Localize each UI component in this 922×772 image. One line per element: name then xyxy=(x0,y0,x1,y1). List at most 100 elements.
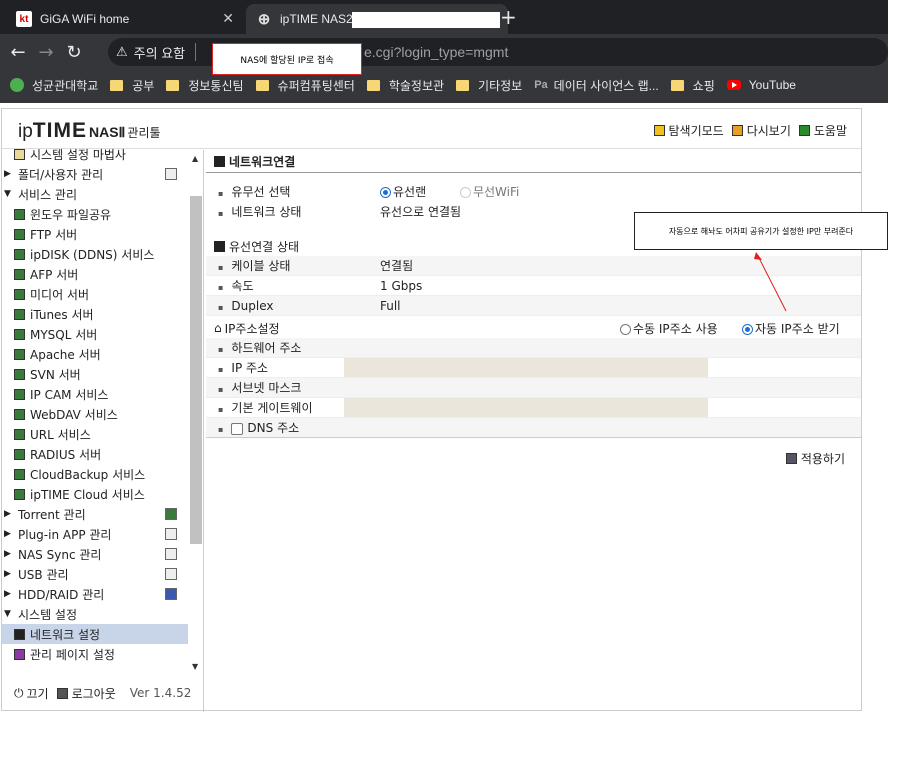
bookmark-library[interactable]: 학술정보관 xyxy=(366,77,444,94)
redaction-box xyxy=(352,12,500,28)
logout-button[interactable]: 로그아웃 xyxy=(56,685,116,702)
service-icon xyxy=(14,288,25,300)
plugin-icon xyxy=(165,528,177,540)
wired-icon xyxy=(214,240,225,252)
back-arrow-icon[interactable]: ← xyxy=(4,42,32,63)
ip-settings-section: ⌂IP주소설정 수동 IP주소 사용 자동 IP주소 받기 하드웨어 주소 IP… xyxy=(206,318,861,438)
security-label: 주의 요함 xyxy=(133,45,186,61)
bookmark-ict[interactable]: 정보통신팀 xyxy=(166,77,244,94)
wired-radio[interactable]: 유선랜 xyxy=(380,185,426,199)
service-icon xyxy=(14,308,25,320)
forward-arrow-icon[interactable]: → xyxy=(32,42,60,63)
bookmark-shopping[interactable]: 쇼핑 xyxy=(670,77,715,94)
sync-icon xyxy=(165,548,177,560)
sidebar: 시스템 설정 마법사 ▶ 폴더/사용자 관리 ▼ 서비스 관리 윈도우 파일공유 F… xyxy=(2,148,204,712)
annotation-callout: 자동으로 해놔도 어차피 공유기가 설정한 IP만 부려준다 xyxy=(634,212,888,250)
bookmark-youtube[interactable]: YouTube xyxy=(726,78,796,92)
sidebar-item-usb[interactable]: ▶ USB 관리 xyxy=(2,564,188,584)
sidebar-item-service-0[interactable]: 윈도우 파일공유 xyxy=(2,204,188,224)
dns-row: DNS 주소 xyxy=(206,418,861,438)
scroll-up-icon[interactable]: ▲ xyxy=(192,154,198,163)
sidebar-item-system[interactable]: ▼ 시스템 설정 xyxy=(2,604,188,624)
scroll-down-icon[interactable]: ▼ xyxy=(192,662,198,671)
sidebar-item-plugin[interactable]: ▶ Plug-in APP 관리 xyxy=(2,524,188,544)
reload-icon[interactable]: ↻ xyxy=(60,42,88,63)
sidebar-item-service-4[interactable]: 미디어 서버 xyxy=(2,284,188,304)
caret-down-icon: ▼ xyxy=(4,609,11,619)
sidebar-item-service-7[interactable]: Apache 서버 xyxy=(2,344,188,364)
sidebar-item-folder-user[interactable]: ▶ 폴더/사용자 관리 xyxy=(2,164,188,184)
bookmark-data-science[interactable]: Pa 데이터 사이언스 랩... xyxy=(534,77,658,94)
conn-type-row: 유무선 선택 유선랜 무선WiFi xyxy=(206,181,861,201)
service-icon xyxy=(14,488,25,500)
service-icon xyxy=(14,468,25,480)
radio-selected-icon xyxy=(742,323,753,335)
sidebar-item-wizard[interactable]: 시스템 설정 마법사 xyxy=(2,144,188,164)
service-icon xyxy=(14,228,25,240)
help-link[interactable]: 도움말 xyxy=(798,122,847,139)
apply-button[interactable]: 적용하기 xyxy=(785,450,845,467)
sidebar-item-service-5[interactable]: iTunes 서버 xyxy=(2,304,188,324)
bookmark-skku[interactable]: 성균관대학교 xyxy=(10,77,98,94)
network-connection-section: 네트워크연결 유무선 선택 유선랜 무선WiFi 네트워크 상태 유선으로 연결… xyxy=(206,150,861,221)
sidebar-item-admin-page[interactable]: 관리 페이지 설정 xyxy=(2,644,188,664)
gateway-row: 기본 게이트웨이 xyxy=(206,398,861,418)
power-off-button[interactable]: ⏻ 끄기 xyxy=(14,685,49,702)
caret-right-icon: ▶ xyxy=(4,169,11,179)
explorer-mode-link[interactable]: 탐색기모드 xyxy=(653,122,724,139)
sidebar-item-service-10[interactable]: WebDAV 서비스 xyxy=(2,404,188,424)
dns-checkbox[interactable] xyxy=(231,422,244,435)
caret-right-icon: ▶ xyxy=(4,509,11,519)
sidebar-item-service-6[interactable]: MYSQL 서버 xyxy=(2,324,188,344)
folder-user-icon xyxy=(165,168,177,180)
sidebar-item-service-14[interactable]: ipTIME Cloud 서비스 xyxy=(2,484,188,504)
wireless-radio[interactable]: 무선WiFi xyxy=(459,185,519,199)
url-text[interactable]: e.cgi?login_type=mgmt xyxy=(364,44,508,60)
header-links: 탐색기모드 다시보기 도움말 xyxy=(646,122,847,139)
sidebar-item-service-1[interactable]: FTP 서버 xyxy=(2,224,188,244)
sidebar-item-service-13[interactable]: CloudBackup 서비스 xyxy=(2,464,188,484)
sidebar-item-network[interactable]: 네트워크 설정 xyxy=(2,624,188,644)
service-icon xyxy=(14,448,25,460)
service-icon xyxy=(14,208,25,220)
home-icon: ⌂ xyxy=(214,321,222,335)
sidebar-item-hdd[interactable]: ▶ HDD/RAID 관리 xyxy=(2,584,188,604)
sidebar-item-nassync[interactable]: ▶ NAS Sync 관리 xyxy=(2,544,188,564)
service-icon xyxy=(14,248,25,260)
scroll-thumb[interactable] xyxy=(190,196,202,544)
section-title: 네트워크연결 xyxy=(206,150,861,172)
divider xyxy=(195,43,197,61)
service-icon xyxy=(14,368,25,380)
sidebar-item-service-2[interactable]: ipDISK (DDNS) 서비스 xyxy=(2,244,188,264)
manual-ip-radio[interactable]: 수동 IP주소 사용 xyxy=(620,320,718,337)
admin-page-icon xyxy=(14,648,25,660)
tab-bar: kt GiGA WiFi home ✕ ⊕ ipTIME NAS2 + xyxy=(0,0,888,34)
sidebar-item-service[interactable]: ▼ 서비스 관리 xyxy=(2,184,188,204)
refresh-link[interactable]: 다시보기 xyxy=(731,122,791,139)
radio-selected-icon xyxy=(380,186,391,198)
annotation-callout: NAS에 할당된 IP로 접속 xyxy=(212,43,362,75)
auto-ip-radio[interactable]: 자동 IP주소 받기 xyxy=(742,320,840,337)
sidebar-item-service-3[interactable]: AFP 서버 xyxy=(2,264,188,284)
close-tab-icon[interactable]: ✕ xyxy=(222,10,234,27)
sidebar-item-torrent[interactable]: ▶ Torrent 관리 xyxy=(2,504,188,524)
sidebar-scrollbar[interactable]: ▲ ▼ xyxy=(189,150,203,673)
new-tab-button[interactable]: + xyxy=(500,5,517,29)
sidebar-item-service-11[interactable]: URL 서비스 xyxy=(2,424,188,444)
bookmark-etc[interactable]: 기타정보 xyxy=(456,77,522,94)
sidebar-item-service-12[interactable]: RADIUS 서버 xyxy=(2,444,188,464)
tab-giga-wifi[interactable]: kt GiGA WiFi home ✕ xyxy=(6,4,244,34)
folder-icon xyxy=(456,79,470,91)
folder-icon xyxy=(166,79,180,91)
sidebar-item-service-9[interactable]: IP CAM 서비스 xyxy=(2,384,188,404)
iptime-logo: ip TIME NASⅡ 관리툴 xyxy=(18,119,161,142)
torrent-icon xyxy=(165,508,177,520)
bookmark-supercomputing[interactable]: 슈퍼컴퓨팅센터 xyxy=(255,77,355,94)
tab-title: ipTIME NAS2 xyxy=(280,12,353,26)
version-label: Ver 1.4.52 xyxy=(129,686,192,700)
usb-icon xyxy=(165,568,177,580)
warning-icon: ⚠ xyxy=(116,44,128,59)
sidebar-item-service-8[interactable]: SVN 서버 xyxy=(2,364,188,384)
bookmark-study[interactable]: 공부 xyxy=(110,77,154,94)
refresh-icon xyxy=(731,125,743,136)
